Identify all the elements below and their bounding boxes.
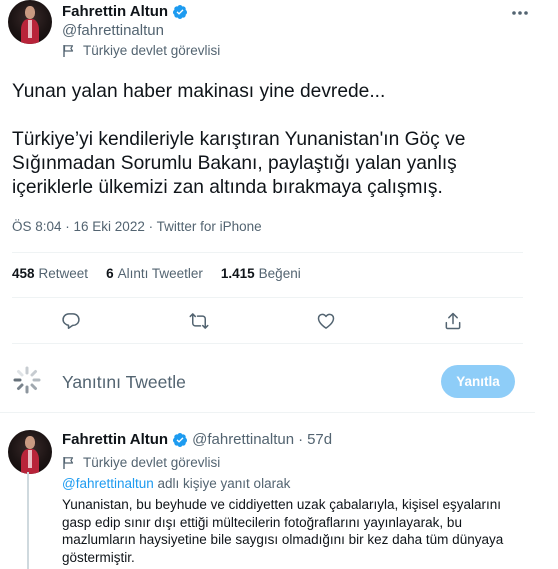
separator-dot: ·: [298, 431, 304, 448]
reply-text: Yunanistan, bu beyhude ve ciddiyetten uz…: [62, 497, 504, 565]
tweet-paragraph: Türkiye’yi kendileriyle karıştıran Yunan…: [12, 129, 466, 198]
reply-author-row: Fahrettin Altun @fahrettinaltun · 57d: [62, 431, 332, 448]
reply-author-name[interactable]: Fahrettin Altun: [62, 431, 168, 448]
reply-icon: [62, 313, 80, 329]
replying-to-suffix: adlı kişiye yanıt olarak: [153, 476, 291, 491]
action-bar: [0, 309, 535, 333]
verified-badge-icon: [173, 432, 188, 447]
more-options-button[interactable]: [508, 4, 532, 22]
heart-icon: [317, 313, 335, 329]
verified-badge-icon: [173, 4, 188, 19]
engagement-stats: 458 Retweet 6 Alıntı Tweetler 1.415 Beğeni: [12, 266, 301, 281]
reply-age[interactable]: 57d: [307, 431, 332, 448]
reply-affiliation-row: Türkiye devlet görevlisi: [62, 455, 220, 470]
author-avatar[interactable]: [8, 0, 52, 44]
likes-stat[interactable]: 1.415 Beğeni: [221, 266, 301, 281]
reply-input[interactable]: Yanıtını Tweetle: [62, 372, 186, 393]
divider: [12, 343, 523, 344]
replying-to: @fahrettinaltun adlı kişiye yanıt olarak: [62, 476, 290, 491]
author-name[interactable]: Fahrettin Altun: [62, 3, 168, 20]
more-dots-icon: [512, 11, 528, 15]
reply-composer: Yanıtını Tweetle Yanıtla: [0, 355, 535, 410]
reply-author-handle[interactable]: @fahrettinaltun: [192, 431, 294, 448]
quotes-stat[interactable]: 6 Alıntı Tweetler: [106, 266, 203, 281]
thread-line: [27, 472, 29, 569]
divider: [12, 297, 523, 298]
affiliation-row: Türkiye devlet görevlisi: [62, 43, 220, 58]
author-handle[interactable]: @fahrettinaltun: [62, 22, 164, 39]
reply-author-avatar[interactable]: [8, 430, 52, 474]
reply-affiliation-label: Türkiye devlet görevlisi: [83, 455, 221, 470]
tweet-text: Yunan yalan haber makinası yine devrede.…: [12, 80, 527, 200]
flag-icon: [63, 456, 74, 469]
author-name-row: Fahrettin Altun: [62, 3, 188, 20]
retweets-stat[interactable]: 458 Retweet: [12, 266, 88, 281]
divider: [0, 412, 535, 413]
like-button[interactable]: [314, 309, 338, 333]
affiliation-label: Türkiye devlet görevlisi: [83, 43, 221, 58]
tweet-paragraph: Yunan yalan haber makinası yine devrede.…: [12, 81, 386, 102]
tweet-timestamp[interactable]: ÖS 8:04 · 16 Eki 2022 · Twitter for iPho…: [12, 219, 262, 234]
reply-button[interactable]: [59, 309, 83, 333]
retweet-button[interactable]: [187, 309, 211, 333]
replying-to-mention[interactable]: @fahrettinaltun: [62, 476, 154, 491]
share-icon: [445, 312, 461, 330]
reply-tweet[interactable]: Fahrettin Altun @fahrettinaltun · 57d Tü…: [0, 420, 535, 569]
loading-spinner-icon: [13, 366, 41, 394]
flag-icon: [63, 44, 74, 57]
divider: [12, 252, 523, 253]
share-button[interactable]: [441, 309, 465, 333]
reply-submit-button[interactable]: Yanıtla: [441, 365, 515, 398]
retweet-icon: [189, 313, 209, 329]
